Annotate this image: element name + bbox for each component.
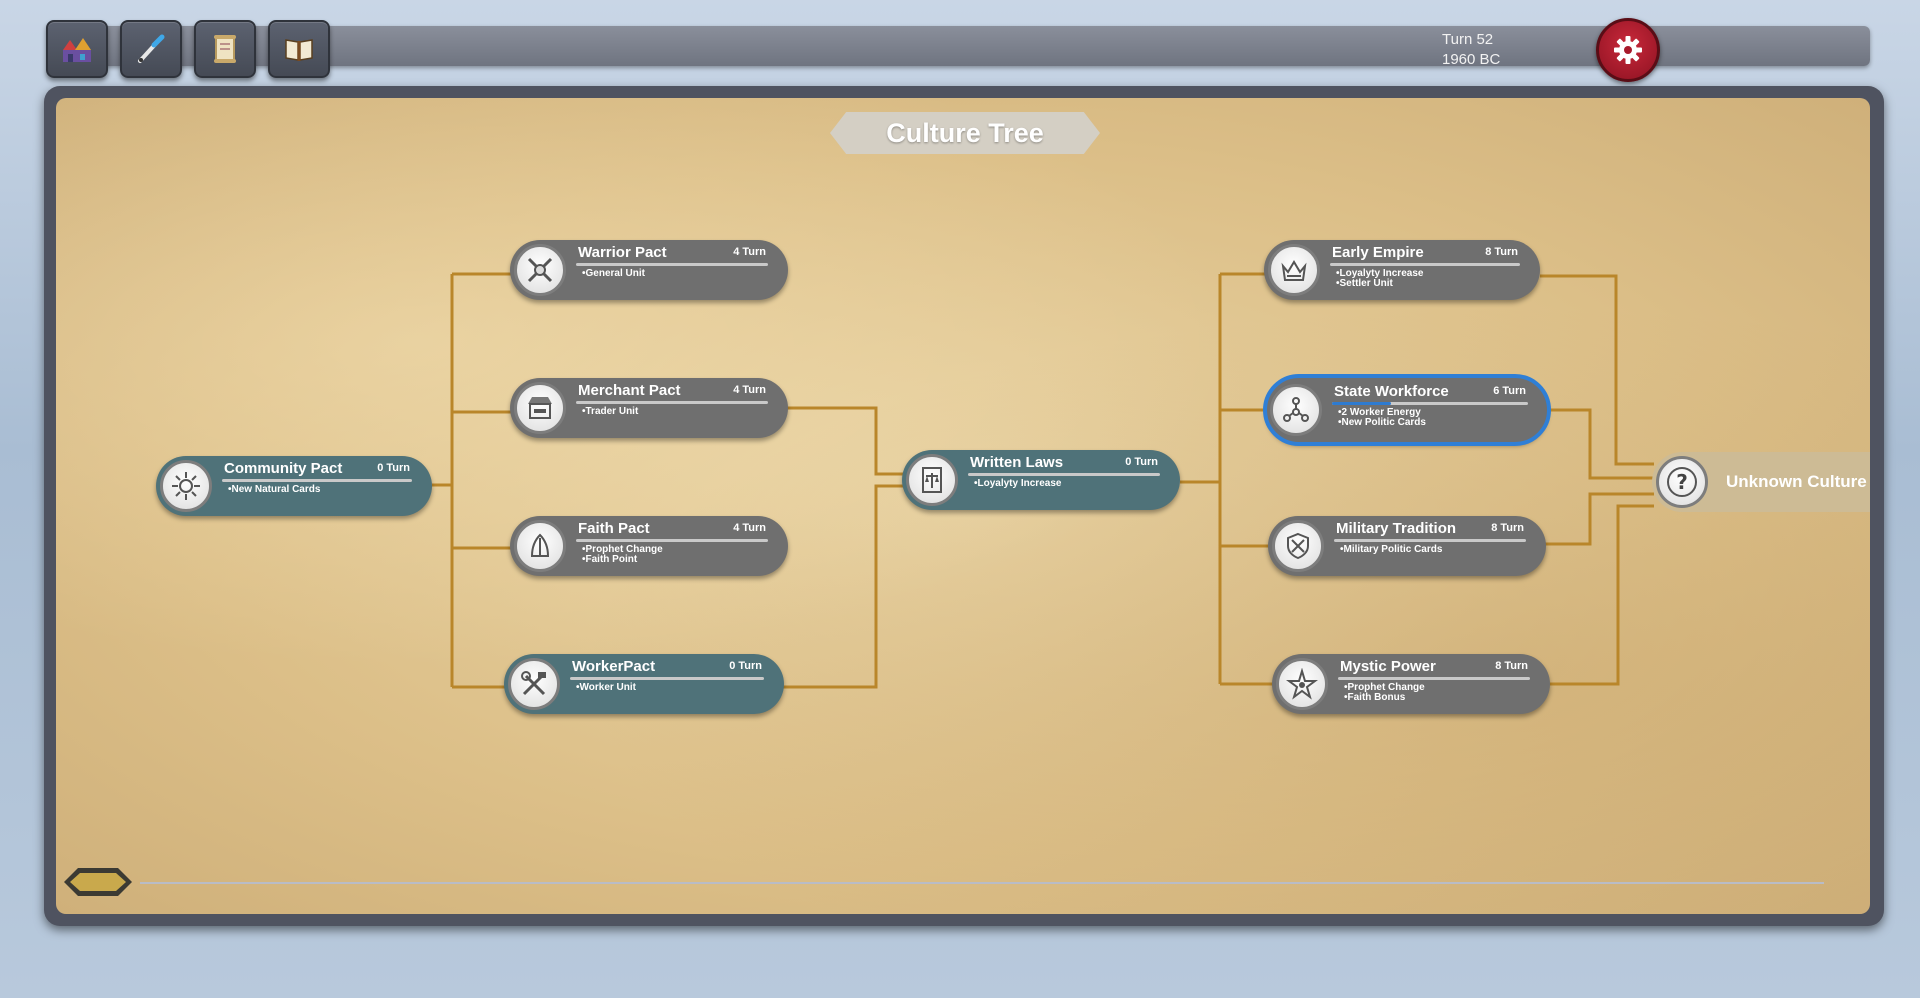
node-unknown-culture[interactable]: ? Unknown Culture xyxy=(1652,452,1870,512)
node-divider xyxy=(576,263,768,266)
node-divider xyxy=(222,479,412,482)
node-effects: •2 Worker Energy •New Politic Cards xyxy=(1338,408,1426,428)
node-effects: •New Natural Cards xyxy=(228,485,320,495)
question-icon: ? xyxy=(1656,456,1708,508)
node-title: State Workforce xyxy=(1334,383,1449,400)
eye-star-icon xyxy=(1276,658,1328,710)
node-title: WorkerPact xyxy=(572,658,656,675)
node-effects: •Trader Unit xyxy=(582,407,638,417)
node-turns: 0 Turn xyxy=(729,660,762,672)
node-title: Community Pact xyxy=(224,460,343,477)
node-merchant-pact[interactable]: Merchant Pact 4 Turn •Trader Unit xyxy=(510,378,788,438)
node-divider xyxy=(576,401,768,404)
effect-line: •Faith Bonus xyxy=(1344,692,1406,703)
node-turns: 0 Turn xyxy=(1125,456,1158,468)
node-effects: •Loyalyty Increase •Settler Unit xyxy=(1336,269,1423,289)
node-divider xyxy=(1334,539,1526,542)
node-faith-pact[interactable]: Faith Pact 4 Turn •Prophet Change •Faith… xyxy=(510,516,788,576)
node-turns: 0 Turn xyxy=(377,462,410,474)
node-divider xyxy=(1338,677,1530,680)
node-turns: 8 Turn xyxy=(1491,522,1524,534)
effect-line: •Military Politic Cards xyxy=(1340,544,1443,555)
node-turns: 8 Turn xyxy=(1495,660,1528,672)
node-title: Mystic Power xyxy=(1340,658,1436,675)
node-title: Written Laws xyxy=(970,454,1064,471)
effect-line: •General Unit xyxy=(582,268,645,279)
crown-icon xyxy=(1268,244,1320,296)
node-divider xyxy=(570,677,764,680)
node-divider xyxy=(576,539,768,542)
effect-line: •New Politic Cards xyxy=(1338,417,1426,428)
sun-wheel-icon xyxy=(160,460,212,512)
node-turns: 4 Turn xyxy=(733,384,766,396)
node-title: Warrior Pact xyxy=(578,244,667,261)
node-title: Merchant Pact xyxy=(578,382,681,399)
node-progress-fill xyxy=(1332,402,1391,405)
effect-line: •Faith Point xyxy=(582,554,638,565)
node-effects: •Loyalyty Increase xyxy=(974,479,1061,489)
effect-line: •Trader Unit xyxy=(582,406,639,417)
node-effects: •Worker Unit xyxy=(576,683,636,693)
node-effects: •Prophet Change •Faith Bonus xyxy=(1344,683,1425,703)
node-effects: •Military Politic Cards xyxy=(1340,545,1442,555)
svg-text:?: ? xyxy=(1676,470,1688,494)
node-worker-pact[interactable]: WorkerPact 0 Turn •Worker Unit xyxy=(504,654,784,714)
node-mystic-power[interactable]: Mystic Power 8 Turn •Prophet Change •Fai… xyxy=(1272,654,1550,714)
shield-sword-icon xyxy=(1272,520,1324,572)
effect-line: •New Natural Cards xyxy=(228,484,321,495)
node-turns: 6 Turn xyxy=(1493,385,1526,397)
node-title: Military Tradition xyxy=(1336,520,1457,537)
tools-icon xyxy=(508,658,560,710)
node-turns: 4 Turn xyxy=(733,246,766,258)
node-early-empire[interactable]: Early Empire 8 Turn •Loyalyty Increase •… xyxy=(1264,240,1540,300)
node-effects: •Prophet Change •Faith Point xyxy=(582,545,663,565)
node-progress-bar xyxy=(1332,402,1528,405)
node-written-laws[interactable]: Written Laws 0 Turn •Loyalyty Increase xyxy=(902,450,1180,510)
node-community-pact[interactable]: Community Pact 0 Turn •New Natural Cards xyxy=(156,456,432,516)
market-stall-icon xyxy=(514,382,566,434)
node-title: Faith Pact xyxy=(578,520,650,537)
people-network-icon xyxy=(1270,384,1322,436)
node-warrior-pact[interactable]: Warrior Pact 4 Turn •General Unit xyxy=(510,240,788,300)
node-title: Early Empire xyxy=(1332,244,1424,261)
node-effects: •General Unit xyxy=(582,269,645,279)
node-military-tradition[interactable]: Military Tradition 8 Turn •Military Poli… xyxy=(1268,516,1546,576)
node-turns: 8 Turn xyxy=(1485,246,1518,258)
node-divider xyxy=(1330,263,1520,266)
node-state-workforce[interactable]: State Workforce 6 Turn •2 Worker Energy … xyxy=(1263,374,1551,446)
effect-line: •Settler Unit xyxy=(1336,278,1393,289)
unknown-culture-label: Unknown Culture xyxy=(1726,472,1867,491)
node-divider xyxy=(968,473,1160,476)
horizontal-scrollbar[interactable] xyxy=(140,882,1824,884)
scroll-handle[interactable] xyxy=(62,866,134,898)
crossed-swords-icon xyxy=(514,244,566,296)
effect-line: •Worker Unit xyxy=(576,682,636,693)
node-turns: 4 Turn xyxy=(733,522,766,534)
praying-hands-icon xyxy=(514,520,566,572)
law-scale-icon xyxy=(906,454,958,506)
effect-line: •Loyalyty Increase xyxy=(974,478,1062,489)
